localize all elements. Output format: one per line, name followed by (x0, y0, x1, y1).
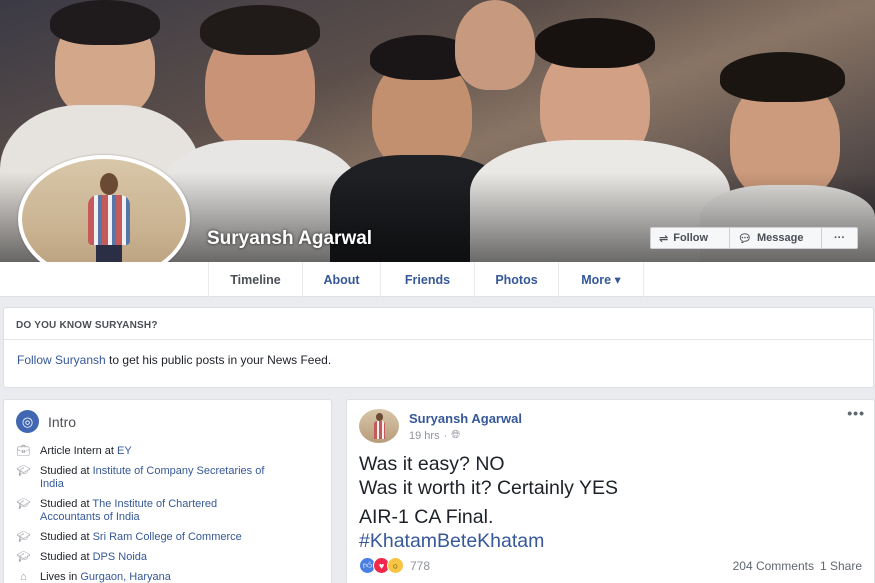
avatar-person-body (88, 195, 130, 245)
intro-link[interactable]: EY (117, 445, 132, 457)
intro-prefix: Studied at (40, 465, 93, 477)
public-globe-icon[interactable]: 🌐︎ (451, 429, 460, 442)
profile-name[interactable]: Suryansh Agarwal (207, 228, 372, 250)
post-line: Was it easy? NO (359, 453, 505, 475)
post-text: Was it easy? NO Was it worth it? Certain… (359, 452, 618, 553)
know-text: to get his public posts in your News Fee… (105, 353, 332, 367)
intro-prefix: Lives in (40, 571, 81, 583)
post-options-button[interactable]: ••• (847, 405, 865, 421)
intro-link[interactable]: Institute of Company Secretaries of (93, 465, 265, 477)
dot-separator: · (443, 429, 448, 442)
intro-text: Article Intern at EY (40, 445, 132, 458)
profile-actions: ⇌ Follow 💬︎ Message ··· (650, 227, 858, 249)
shares-count[interactable]: 1 Share (820, 559, 862, 573)
intro-list: 💼︎ Article Intern at EY 🎓︎ Studied at In… (15, 445, 315, 583)
intro-prefix: Studied at (40, 498, 93, 510)
intro-text: Lives in Gurgaon, Haryana (40, 571, 171, 583)
briefcase-icon: 💼︎ (16, 445, 31, 457)
avatar-person-head (100, 173, 118, 195)
intro-prefix: Article Intern at (40, 445, 118, 457)
profile-nav: Timeline About Friends Photos More ▾ (0, 262, 875, 297)
list-item: 🎓︎ Studied at DPS Noida (15, 551, 315, 564)
home-icon: ⌂ (20, 571, 27, 583)
list-item: ⌂ Lives in Gurgaon, Haryana (15, 571, 315, 583)
know-title: DO YOU KNOW SURYANSH? (4, 308, 873, 340)
tab-photos[interactable]: Photos (474, 262, 558, 297)
intro-link[interactable]: Accountants of India (40, 511, 140, 523)
tab-label: Timeline (230, 272, 281, 287)
list-item: 🎓︎ Studied at Sri Ram College of Commerc… (15, 531, 315, 544)
reactions[interactable]: 👍︎ ♥ ○ 778 (359, 557, 430, 574)
list-item: 🎓︎ Studied at Institute of Company Secre… (15, 465, 315, 491)
post-stats: 204 Comments 1 Share (733, 559, 862, 573)
comments-count[interactable]: 204 Comments (733, 559, 814, 573)
intro-header: ◎ Intro (4, 400, 331, 433)
graduation-cap-icon: 🎓︎ (16, 551, 31, 563)
list-item: 💼︎ Article Intern at EY (15, 445, 315, 458)
post-line: Was it worth it? Certainly YES (359, 477, 619, 499)
messenger-icon: 💬︎ (738, 232, 752, 245)
intro-text: Studied at Institute of Company Secretar… (40, 465, 264, 491)
intro-title: Intro (48, 413, 77, 430)
tab-timeline[interactable]: Timeline (208, 262, 302, 297)
post-meta: 19 hrs · 🌐︎ (409, 429, 460, 442)
post-author[interactable]: Suryansh Agarwal (409, 411, 522, 426)
intro-prefix: Studied at (40, 551, 93, 563)
post-avatar[interactable] (359, 409, 399, 443)
follow-link[interactable]: Follow Suryansh (17, 353, 106, 367)
globe-icon: ◎ (16, 410, 39, 433)
intro-card: ◎ Intro 💼︎ Article Intern at EY 🎓︎ Studi… (3, 399, 332, 583)
cover-person-shape (455, 0, 535, 90)
more-label: ··· (834, 232, 845, 244)
post-line: AIR-1 CA Final. (359, 506, 494, 528)
intro-text: Studied at Sri Ram College of Commerce (40, 531, 242, 544)
post-avatar-head (376, 413, 383, 421)
intro-link[interactable]: DPS Noida (93, 551, 147, 563)
know-body: Follow Suryansh to get his public posts … (4, 340, 873, 367)
message-label: Message (756, 232, 804, 244)
follow-label: Follow (673, 232, 709, 244)
tab-friends[interactable]: Friends (380, 262, 474, 297)
graduation-cap-icon: 🎓︎ (16, 465, 31, 477)
tab-more[interactable]: More ▾ (558, 262, 644, 297)
tab-about[interactable]: About (302, 262, 380, 297)
cover-hair-shape (535, 18, 655, 68)
wow-reaction-icon: ○ (387, 557, 404, 574)
intro-link[interactable]: The Institute of Chartered (92, 498, 217, 510)
intro-link[interactable]: Gurgaon, Haryana (80, 571, 171, 583)
graduation-cap-icon: 🎓︎ (16, 531, 31, 543)
cover-hair-shape (720, 52, 845, 102)
cover-hair-shape (50, 0, 160, 45)
more-options-button[interactable]: ··· (822, 227, 858, 249)
intro-text: Studied at The Institute of Chartered Acc… (40, 498, 217, 524)
cover-hair-shape (200, 5, 320, 55)
graduation-cap-icon: 🎓︎ (16, 498, 31, 510)
list-item: 🎓︎ Studied at The Institute of Chartered… (15, 498, 315, 524)
intro-link[interactable]: Sri Ram College of Commerce (93, 531, 242, 543)
post-time[interactable]: 19 hrs (409, 430, 440, 442)
tab-label: Photos (495, 272, 538, 287)
intro-prefix: Studied at (40, 531, 93, 543)
follow-button[interactable]: ⇌ Follow (650, 227, 730, 249)
tab-label: Friends (404, 272, 451, 287)
post-avatar-body (374, 421, 385, 439)
rss-icon: ⇌ (659, 232, 669, 245)
post-card: Suryansh Agarwal 19 hrs · 🌐︎ ••• Was it … (346, 399, 875, 583)
message-button[interactable]: 💬︎ Message (730, 227, 822, 249)
tab-label: About (323, 272, 360, 287)
tab-label: More ▾ (581, 273, 621, 287)
reactions-count[interactable]: 778 (410, 559, 430, 573)
know-box: DO YOU KNOW SURYANSH? Follow Suryansh to… (3, 307, 874, 388)
hashtag-link[interactable]: #KhatamBeteKhatam (359, 529, 618, 553)
intro-link[interactable]: India (40, 478, 64, 490)
intro-text: Studied at DPS Noida (40, 551, 147, 564)
